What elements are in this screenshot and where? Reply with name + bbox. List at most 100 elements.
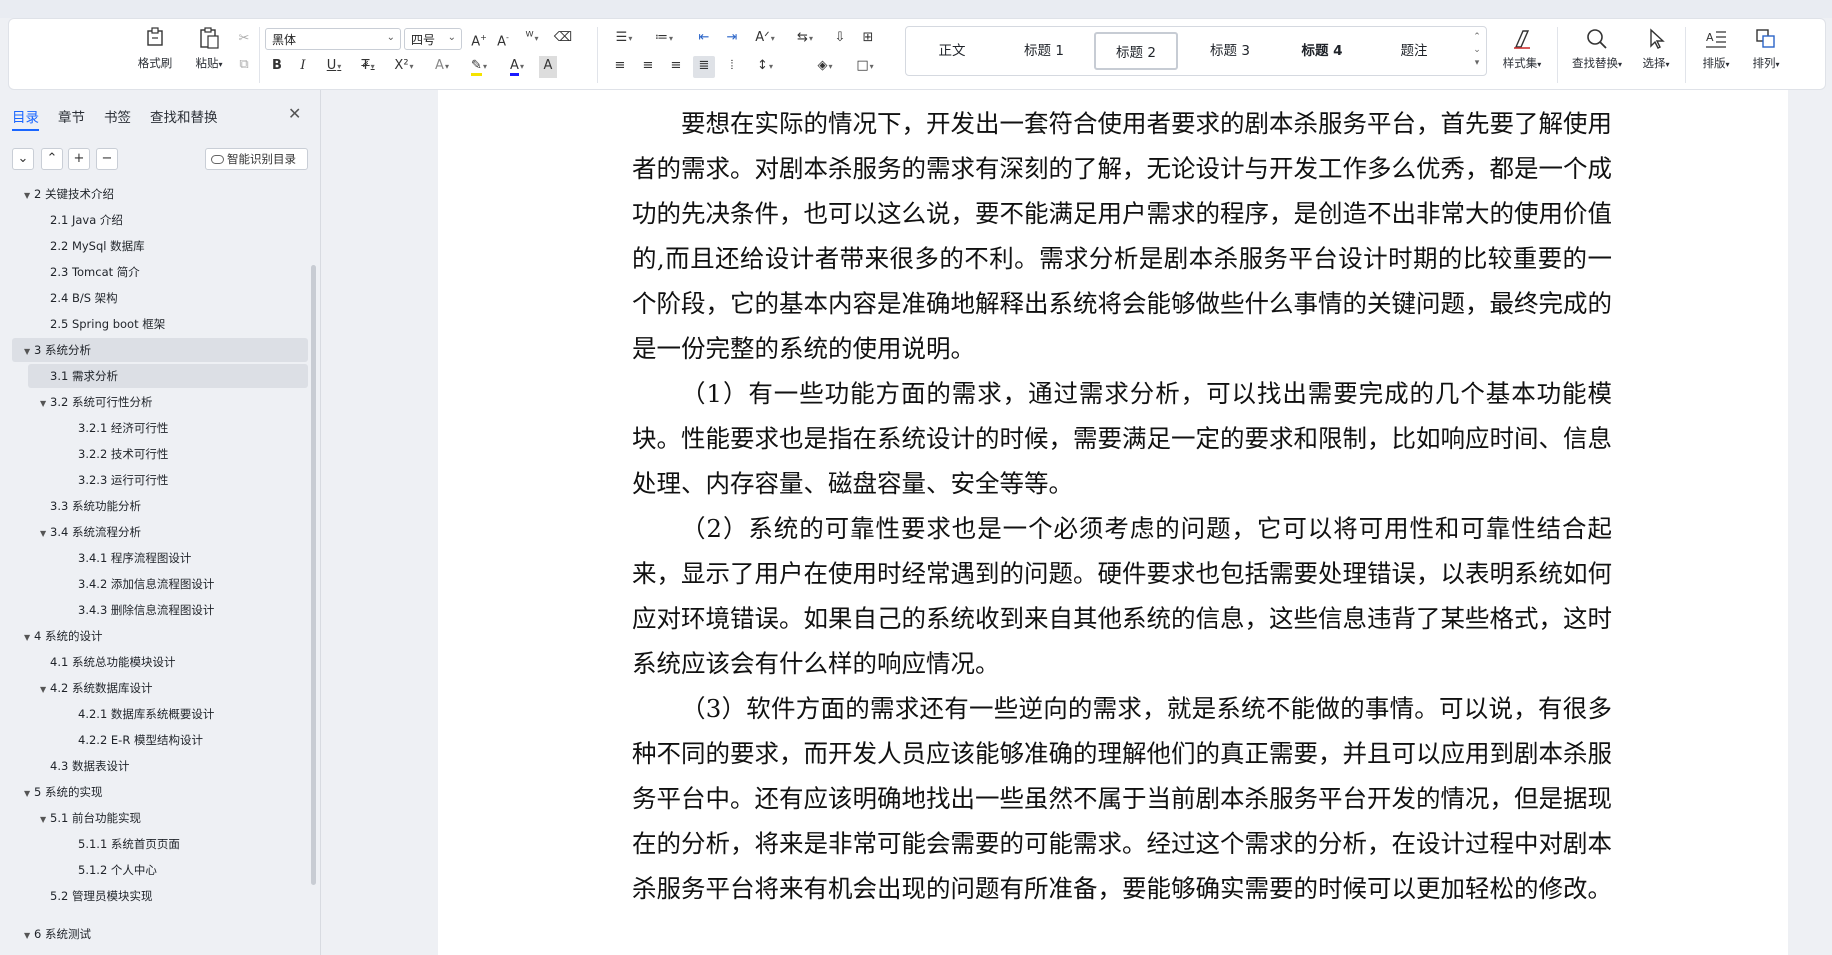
highlight-color-icon[interactable]: ✎▾ — [461, 56, 497, 78]
layout-button[interactable]: A 排版▾ — [1693, 25, 1739, 71]
expand-up-button[interactable]: ⌃ — [41, 148, 63, 170]
shrink-font-icon[interactable]: A- — [493, 28, 513, 50]
toc-item[interactable]: ▼ 6 系统测试 — [12, 922, 308, 946]
expand-triangle-icon[interactable]: ▼ — [24, 782, 34, 806]
toc-item[interactable]: 2.1 Java 介绍 — [12, 208, 308, 232]
align-left-icon[interactable]: ≡ — [609, 56, 631, 78]
expand-triangle-icon[interactable]: ▼ — [24, 184, 34, 208]
paste-button[interactable]: 粘贴▾ — [183, 25, 235, 71]
toc-item[interactable]: ▼ 3.4 系统流程分析 — [12, 520, 308, 544]
toc-item[interactable]: 5.1.1 系统首页页面 — [12, 832, 308, 856]
toc-item[interactable]: 2.2 MySql 数据库 — [12, 234, 308, 258]
toc-item[interactable]: 3.3 系统功能分析 — [12, 494, 308, 518]
font-name-select[interactable]: 黑体 ⌄ — [265, 28, 401, 50]
numbered-list-icon[interactable]: ≔▾ — [649, 28, 679, 50]
strikethrough-icon[interactable]: ₮▾ — [353, 56, 383, 78]
pane-divider[interactable] — [320, 90, 321, 955]
style-normal[interactable]: 正文 — [910, 32, 994, 70]
smart-toc-button[interactable]: 智能识别目录 — [205, 148, 308, 170]
tab-find-replace[interactable]: 查找和替换 — [150, 106, 218, 126]
arrange-button[interactable]: 排列▾ — [1743, 25, 1789, 71]
toc-item[interactable]: 3.2.1 经济可行性 — [12, 416, 308, 440]
expand-triangle-icon[interactable]: ▼ — [24, 626, 34, 650]
collapse-all-button[interactable]: ⌄ — [12, 148, 34, 170]
style-caption[interactable]: 题注 — [1372, 32, 1456, 70]
toc-item[interactable]: 4.2.2 E-R 模型结构设计 — [12, 728, 308, 752]
line-spacing-icon[interactable]: ↕▾ — [749, 56, 781, 78]
paragraph-item-2[interactable]: （2）系统的可靠性要求也是一个必须考虑的问题，它可以将可用性和可靠性结合起来，显… — [632, 506, 1612, 686]
close-icon[interactable]: ✕ — [288, 104, 301, 123]
toc-item[interactable]: 4.3 数据表设计 — [12, 754, 308, 778]
toc-item[interactable]: 3.1 需求分析 — [28, 364, 308, 388]
toc-item[interactable]: 3.4.3 删除信息流程图设计 — [12, 598, 308, 622]
style-gallery-scroll[interactable]: ⌃ ⌄ ▾ — [1470, 31, 1484, 73]
toc-item[interactable]: 2.5 Spring boot 框架 — [12, 312, 308, 336]
style-heading-3[interactable]: 标题 3 — [1188, 32, 1272, 70]
cut-icon[interactable]: ✂ — [235, 29, 253, 51]
text-direction-icon[interactable]: Aᐟ▾ — [749, 28, 781, 50]
expand-triangle-icon[interactable]: ▼ — [40, 522, 50, 546]
align-center-icon[interactable]: ≡ — [637, 56, 659, 78]
expand-triangle-icon[interactable]: ▼ — [24, 340, 34, 364]
add-heading-button[interactable]: + — [68, 148, 90, 170]
copy-icon[interactable]: ⧉ — [235, 55, 253, 77]
toc-item[interactable]: ▼ 4 系统的设计 — [12, 624, 308, 648]
expand-triangle-icon[interactable]: ▼ — [40, 808, 50, 832]
toc-item[interactable]: 2.3 Tomcat 简介 — [12, 260, 308, 284]
document-body[interactable]: 要想在实际的情况下，开发出一套符合使用者要求的剧本杀服务平台，首先要了解使用者的… — [632, 101, 1612, 911]
border-icon[interactable]: □▾ — [849, 56, 881, 78]
style-heading-2[interactable]: 标题 2 — [1094, 32, 1178, 70]
paragraph-item-1[interactable]: （1）有一些功能方面的需求，通过需求分析，可以找出需要完成的几个基本功能模块。性… — [632, 371, 1612, 506]
style-heading-1[interactable]: 标题 1 — [1002, 32, 1086, 70]
underline-icon[interactable]: U▾ — [319, 56, 349, 78]
bold-icon[interactable]: B — [267, 56, 287, 78]
toc-item[interactable]: 3.4.2 添加信息流程图设计 — [12, 572, 308, 596]
toc-item[interactable]: 5.2 管理员模块实现 — [12, 884, 308, 908]
toc-item[interactable]: ▼ 2 关键技术介绍 — [12, 182, 308, 206]
toc-scrollbar[interactable] — [311, 265, 316, 885]
toc-item[interactable]: ▼ 3 系统分析 — [12, 338, 308, 362]
toc-item[interactable]: 3.4.1 程序流程图设计 — [12, 546, 308, 570]
clear-format-icon[interactable]: ⌫ — [553, 28, 573, 50]
char-shading-icon[interactable]: A — [539, 56, 557, 78]
font-size-select[interactable]: 四号 ⌄ — [404, 28, 462, 50]
shading-icon[interactable]: ◈▾ — [809, 56, 841, 78]
remove-heading-button[interactable]: − — [96, 148, 118, 170]
format-painter-button[interactable]: 格式刷 — [129, 25, 181, 71]
paragraph-intro[interactable]: 要想在实际的情况下，开发出一套符合使用者要求的剧本杀服务平台，首先要了解使用者的… — [632, 101, 1612, 371]
distributed-icon[interactable]: ⦙ — [721, 56, 743, 78]
toc-item[interactable]: 5.1.2 个人中心 — [12, 858, 308, 882]
document-page[interactable]: 要想在实际的情况下，开发出一套符合使用者要求的剧本杀服务平台，首先要了解使用者的… — [438, 90, 1788, 955]
toc-item[interactable]: ▼ 5 系统的实现 — [12, 780, 308, 804]
tab-bookmarks[interactable]: 书签 — [104, 106, 131, 126]
show-marks-icon[interactable]: ⊞ — [857, 28, 879, 50]
expand-triangle-icon[interactable]: ▼ — [40, 678, 50, 702]
sort-icon[interactable]: ⇆▾ — [789, 28, 821, 50]
expand-triangle-icon[interactable]: ▼ — [24, 924, 34, 948]
toc-item[interactable]: 2.4 B/S 架构 — [12, 286, 308, 310]
italic-icon[interactable]: I — [293, 56, 313, 78]
document-scrollbar[interactable] — [1800, 90, 1810, 955]
justify-icon[interactable]: ≣ — [693, 56, 715, 78]
expand-triangle-icon[interactable]: ▼ — [40, 392, 50, 416]
decrease-indent-icon[interactable]: ⇤ — [693, 28, 715, 50]
toc-item[interactable]: 3.2.3 运行可行性 — [12, 468, 308, 492]
tab-toc[interactable]: 目录 — [12, 106, 39, 131]
sort-az-icon[interactable]: ⇩ — [829, 28, 851, 50]
align-right-icon[interactable]: ≡ — [665, 56, 687, 78]
toc-item[interactable]: ▼ 4.2 系统数据库设计 — [12, 676, 308, 700]
style-heading-4[interactable]: 标题 4 — [1280, 32, 1364, 70]
find-replace-button[interactable]: 查找替换▾ — [1563, 25, 1631, 71]
toc-item[interactable]: 4.1 系统总功能模块设计 — [12, 650, 308, 674]
select-button[interactable]: 选择▾ — [1633, 25, 1679, 71]
style-set-button[interactable]: 样式集▾ — [1491, 25, 1553, 71]
grow-font-icon[interactable]: A+ — [469, 28, 489, 50]
font-color-icon[interactable]: A▾ — [499, 56, 535, 78]
phonetic-guide-icon[interactable]: ᵂ▾ — [517, 28, 547, 50]
superscript-icon[interactable]: X²▾ — [387, 56, 421, 78]
paragraph-item-3[interactable]: （3）软件方面的需求还有一些逆向的需求，就是系统不能做的事情。可以说，有很多种不… — [632, 686, 1612, 911]
toc-item[interactable]: 4.2.1 数据库系统概要设计 — [12, 702, 308, 726]
bullet-list-icon[interactable]: ☰▾ — [609, 28, 639, 50]
increase-indent-icon[interactable]: ⇥ — [721, 28, 743, 50]
toc-item[interactable]: ▼ 5.1 前台功能实现 — [12, 806, 308, 830]
